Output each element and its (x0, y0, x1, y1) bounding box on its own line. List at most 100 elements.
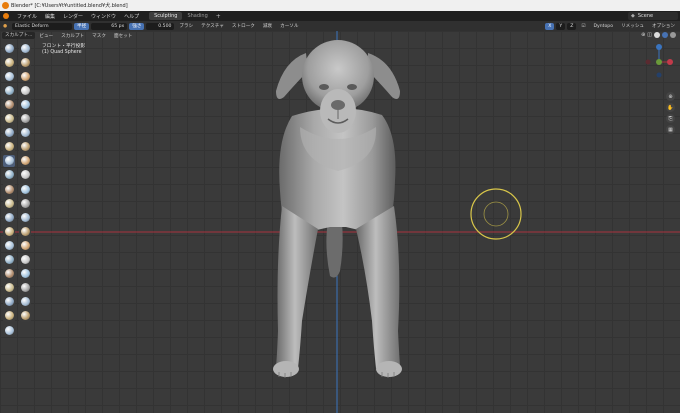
simplify-brush-icon[interactable] (19, 211, 31, 224)
rotate-icon[interactable] (19, 295, 31, 308)
inflate-brush-icon[interactable] (3, 84, 15, 97)
blender-menu-icon[interactable] (3, 13, 9, 19)
clay-thumb-brush-glyph (4, 71, 14, 81)
3d-viewport[interactable]: スカルプト... ビュー スカルプト マスク 面セット ⊕ ◫ (0, 31, 680, 413)
fill-brush-glyph (20, 114, 30, 123)
navigation-gizmo[interactable] (644, 42, 674, 82)
menu-face-sets[interactable]: 面セット (110, 33, 136, 39)
menu-view[interactable]: ビュー (35, 33, 57, 39)
radius-label: 半径 (74, 22, 90, 30)
falloff-menu[interactable]: 減衰 (260, 23, 275, 30)
move-icon[interactable] (3, 295, 15, 308)
menu-help[interactable]: ヘルプ (120, 13, 143, 20)
flatten-brush-icon[interactable] (3, 112, 15, 125)
menu-render[interactable]: レンダー (59, 13, 87, 20)
stroke-menu[interactable]: ストローク (229, 23, 258, 30)
box-trim-icon[interactable] (19, 253, 31, 266)
color-filter-glyph (20, 283, 30, 293)
box-hide-glyph (20, 240, 30, 250)
grab-brush-icon[interactable] (19, 140, 31, 153)
boundary-brush-icon[interactable] (19, 197, 31, 210)
clay-brush-icon[interactable] (3, 56, 15, 69)
tab-sculpting[interactable]: Sculpting (149, 12, 183, 20)
grid-perspective-icon[interactable]: ▦ (666, 125, 675, 134)
box-hide-icon[interactable] (19, 239, 31, 252)
elastic-deform-brush-icon[interactable] (3, 154, 15, 167)
pinch-brush-icon[interactable] (3, 140, 15, 153)
box-mask-icon[interactable] (3, 239, 15, 252)
cloth-filter-icon[interactable] (3, 281, 15, 294)
symmetry-y-toggle[interactable]: Y (556, 22, 566, 30)
nudge-brush-icon[interactable] (3, 183, 15, 195)
blob-brush-icon[interactable] (19, 84, 31, 97)
brush-icon[interactable]: ● (0, 23, 10, 30)
scene-selector[interactable]: ◆ Scene (628, 12, 678, 20)
tab-shading[interactable]: Shading (182, 12, 212, 20)
boundary-brush-glyph (20, 198, 30, 208)
viewport-header: スカルプト... ビュー スカルプト マスク 面セット (0, 31, 680, 40)
brush-selector[interactable]: Elastic Deform (12, 22, 73, 30)
menu-window[interactable]: ウィンドウ (87, 13, 120, 20)
pose-brush-icon[interactable] (19, 168, 31, 181)
xray-icon[interactable]: ◫ (647, 32, 652, 38)
draw-face-sets-brush-icon[interactable] (19, 225, 31, 238)
add-workspace-button[interactable]: + (216, 13, 221, 20)
menu-sculpt[interactable]: スカルプト (57, 33, 88, 39)
clay-strips-brush-icon[interactable] (19, 56, 31, 69)
draw-brush-icon[interactable] (3, 42, 15, 54)
dyntopo-checkbox[interactable]: ☑ (578, 23, 588, 30)
texture-menu[interactable]: テクスチャ (198, 23, 227, 30)
rendered-shading-icon[interactable] (670, 32, 676, 38)
fill-brush-icon[interactable] (19, 112, 31, 125)
transform-glyph (20, 311, 30, 321)
scrape-brush-icon[interactable] (3, 126, 15, 139)
options-menu[interactable]: オプション (649, 23, 678, 30)
mesh-filter-icon[interactable] (19, 267, 31, 280)
symmetry-z-toggle[interactable]: Z (567, 22, 577, 30)
strength-field[interactable]: 0.500 (146, 22, 175, 30)
brush-menu[interactable]: ブラシ (176, 23, 196, 30)
snake-hook-brush-icon[interactable] (19, 154, 31, 167)
blender-logo-icon (2, 2, 9, 9)
clay-thumb-brush-icon[interactable] (3, 70, 15, 83)
box-face-set-icon[interactable] (3, 253, 15, 266)
mask-brush-icon[interactable] (3, 225, 15, 238)
menu-mask[interactable]: マスク (88, 33, 110, 39)
cursor-menu[interactable]: カーソル (277, 23, 301, 30)
draw-sharp-brush-icon[interactable] (19, 42, 31, 54)
cloth-brush-icon[interactable] (3, 211, 15, 224)
cloth-brush-glyph (4, 212, 14, 222)
viewport-nav-buttons: ⊕ ✋ ⎘ ▦ (666, 92, 676, 134)
smooth-brush-icon[interactable] (19, 98, 31, 111)
solid-shading-icon[interactable] (654, 32, 660, 38)
color-filter-icon[interactable] (19, 281, 31, 294)
layer-brush-icon[interactable] (19, 70, 31, 83)
thumb-brush-glyph (4, 170, 14, 180)
clay-brush-glyph (4, 57, 14, 67)
line-project-icon[interactable] (3, 267, 15, 280)
axis-gizmo[interactable] (644, 42, 674, 82)
multiplane-scrape-brush-icon[interactable] (19, 126, 31, 139)
menu-edit[interactable]: 編集 (41, 13, 59, 20)
symmetry-x-toggle[interactable]: X (545, 22, 555, 30)
material-shading-icon[interactable] (662, 32, 668, 38)
rotate-brush-glyph (20, 184, 30, 194)
blob-brush-glyph (20, 85, 30, 95)
mode-selector[interactable]: スカルプト... (2, 32, 36, 39)
crease-brush-icon[interactable] (3, 98, 15, 111)
window-title: Blender* [C:¥Users¥t¥untitled.blend¥犬.bl… (11, 3, 128, 9)
pan-hand-icon[interactable]: ✋ (666, 103, 675, 112)
annotate-icon[interactable] (3, 324, 15, 336)
camera-icon[interactable]: ⎘ (666, 114, 675, 123)
remesh-menu[interactable]: リメッシュ (618, 23, 647, 30)
thumb-brush-icon[interactable] (3, 168, 15, 181)
overlay-icon[interactable]: ⊕ (641, 32, 645, 38)
radius-field[interactable]: 65 px (91, 22, 128, 30)
menu-file[interactable]: ファイル (13, 13, 41, 20)
dyntopo-label[interactable]: Dyntopo (591, 23, 617, 30)
scale-icon[interactable] (3, 309, 15, 322)
transform-icon[interactable] (19, 309, 31, 322)
zoom-icon[interactable]: ⊕ (666, 92, 675, 101)
rotate-brush-icon[interactable] (19, 183, 31, 195)
slide-relax-brush-icon[interactable] (3, 197, 15, 210)
